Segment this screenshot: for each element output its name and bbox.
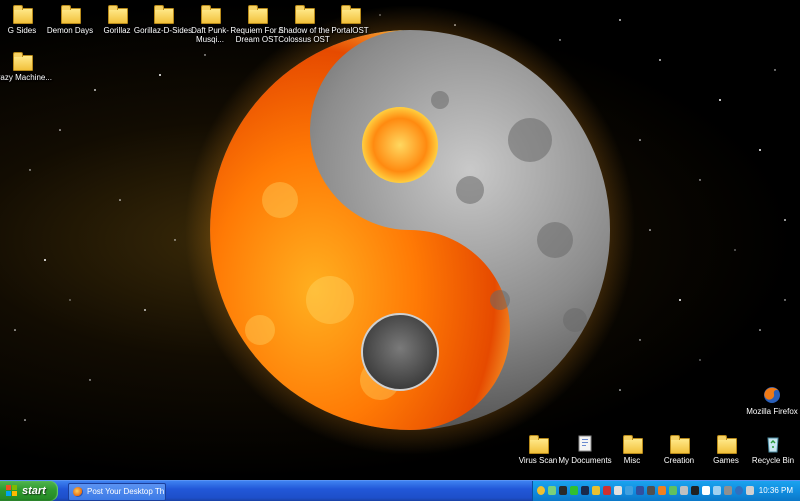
recycle-bin-icon: [762, 434, 784, 454]
tray-security-icon[interactable]: [603, 486, 611, 495]
shortcut-label: Mozilla Firefox: [746, 407, 798, 416]
tray-m-icon[interactable]: [702, 486, 710, 495]
tray-globe-icon[interactable]: [735, 486, 743, 495]
system-tray: 10:36 PM: [532, 481, 800, 501]
folder-icon: [621, 434, 643, 454]
folder-icon: [668, 434, 690, 454]
tray-wireless-icon[interactable]: [713, 486, 721, 495]
tray-chat-icon[interactable]: [548, 486, 556, 495]
folder-icon: [293, 4, 315, 24]
folder-icon: [152, 4, 174, 24]
window-title: Post Your Desktop Th...: [87, 487, 166, 496]
tray-update-icon[interactable]: [625, 486, 633, 495]
tray-signal-icon[interactable]: [570, 486, 578, 495]
firefox-icon: [73, 487, 83, 497]
folder-icon: [59, 4, 81, 24]
tray-display-icon[interactable]: [636, 486, 644, 495]
start-label: start: [22, 485, 46, 497]
yin-yang-wallpaper: [185, 5, 635, 455]
folder-icon: [106, 4, 128, 24]
taskbar: start Post Your Desktop Th... 10:36 PM: [0, 480, 800, 501]
folder-icon: [339, 4, 361, 24]
folder-icon: [11, 4, 33, 24]
folder-label: PortalOST: [331, 26, 369, 35]
folder-label: Crazy Machine...: [0, 73, 53, 82]
folder-icon: [246, 4, 268, 24]
folder-portal-ost[interactable]: PortalOST: [318, 4, 382, 35]
tray-smiley-icon[interactable]: [537, 486, 545, 495]
tray-java-icon[interactable]: [658, 486, 666, 495]
tray-shield-icon[interactable]: [592, 486, 600, 495]
tray-network-icon[interactable]: [559, 486, 567, 495]
mozilla-firefox-shortcut[interactable]: Mozilla Firefox: [740, 385, 800, 416]
tray-drive-icon[interactable]: [680, 486, 688, 495]
documents-icon: [574, 434, 596, 454]
taskbar-window-button[interactable]: Post Your Desktop Th...: [68, 483, 166, 501]
firefox-icon: [761, 385, 783, 405]
tray-app-icon[interactable]: [691, 486, 699, 495]
tray-speaker-icon[interactable]: [614, 486, 622, 495]
clock[interactable]: 10:36 PM: [759, 481, 793, 501]
folder-icon: [199, 4, 221, 24]
tray-gear-icon[interactable]: [724, 486, 732, 495]
recycle-bin[interactable]: Recycle Bin: [741, 434, 800, 465]
desktop[interactable]: G Sides Demon Days Gorillaz Gorillaz-D-S…: [0, 0, 800, 480]
tray-steam-icon[interactable]: [581, 486, 589, 495]
start-button[interactable]: start: [0, 481, 58, 501]
folder-icon: [527, 434, 549, 454]
folder-crazy-machine[interactable]: Crazy Machine...: [0, 51, 54, 82]
windows-logo-icon: [6, 485, 17, 496]
tray-volume-icon[interactable]: [746, 486, 754, 495]
folder-label: Recycle Bin: [751, 456, 795, 465]
folder-icon: [11, 51, 33, 71]
tray-monitor-icon[interactable]: [647, 486, 655, 495]
tray-battery-icon[interactable]: [669, 486, 677, 495]
folder-icon: [715, 434, 737, 454]
